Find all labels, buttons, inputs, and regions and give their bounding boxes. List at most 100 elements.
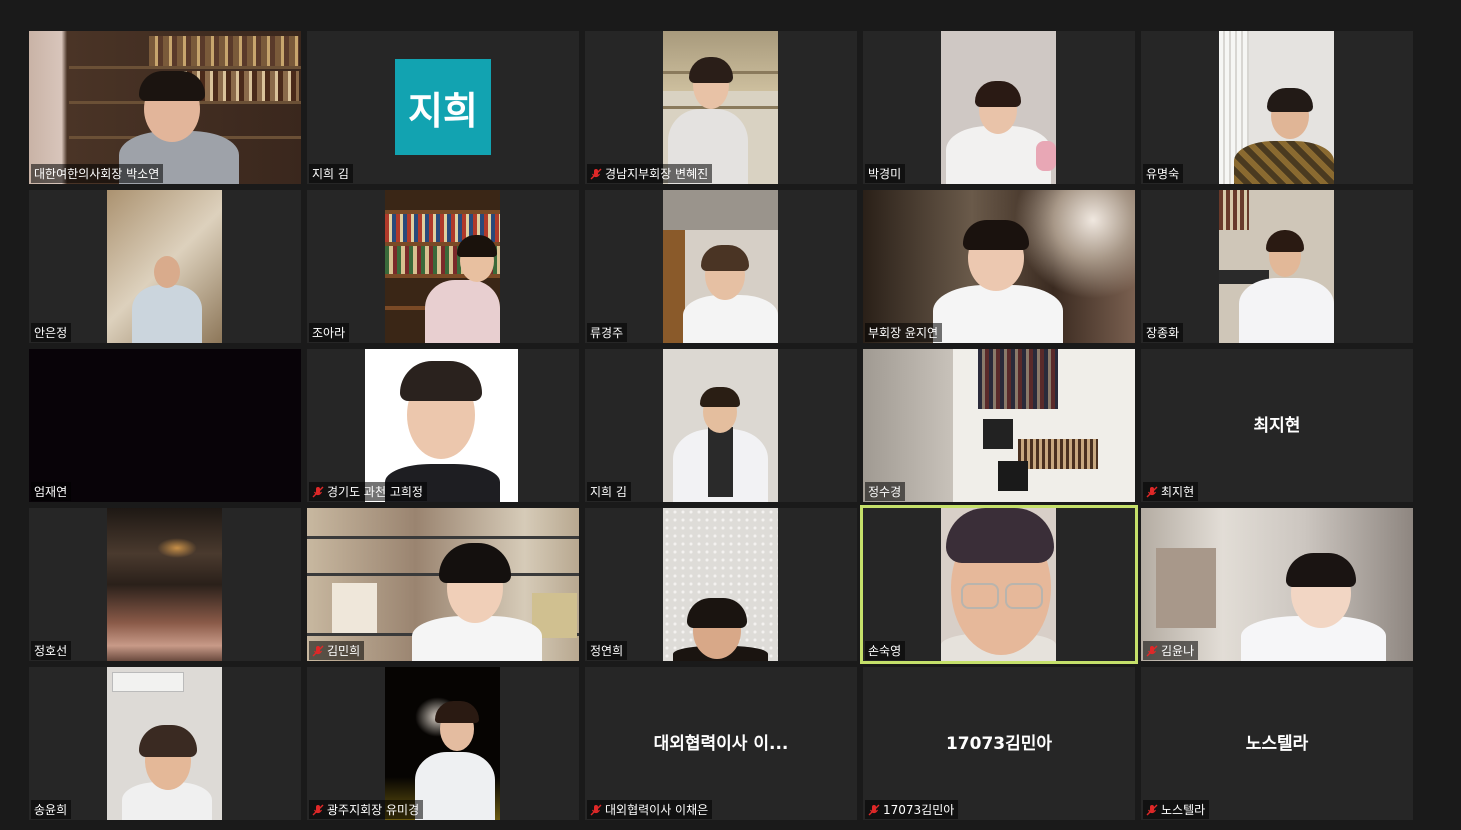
participant-name: 송윤희 (34, 803, 68, 817)
participant-name-label: 17073김민아 (865, 800, 959, 819)
participant-name-label: 송윤희 (31, 800, 72, 819)
participant-tile[interactable]: 노스텔라 노스텔라 (1141, 667, 1413, 820)
participant-name-label: 김윤나 (1143, 641, 1199, 660)
participant-name-label: 지희 김 (587, 482, 631, 501)
participant-name-label: 유명숙 (1143, 164, 1184, 183)
participant-video (663, 349, 778, 502)
mic-muted-icon (312, 645, 324, 657)
participant-name-label: 경기도 과천 고희정 (309, 482, 427, 501)
participant-video (1219, 31, 1334, 184)
mic-muted-icon (590, 168, 602, 180)
participant-tile[interactable]: 대한여한의사회장 박소연 (29, 31, 301, 184)
participant-tile[interactable]: 경기도 과천 고희정 (307, 349, 579, 502)
participant-name-label: 경남지부회장 변혜진 (587, 164, 713, 183)
participant-tile[interactable]: 장종화 (1141, 190, 1413, 343)
participant-name-label: 대한여한의사회장 박소연 (31, 164, 164, 183)
participant-name-label: 노스텔라 (1143, 800, 1210, 819)
participant-video (29, 31, 301, 184)
participant-name-label: 엄재연 (31, 482, 72, 501)
participant-name-label: 박경미 (865, 164, 906, 183)
participant-name: 최지현 (1161, 485, 1195, 499)
participant-video (365, 349, 518, 502)
mic-muted-icon (1146, 486, 1158, 498)
participant-tile[interactable]: 정연희 (585, 508, 857, 661)
participant-name-label: 장종화 (1143, 323, 1184, 342)
mic-muted-icon (868, 804, 880, 816)
gallery-view: 대한여한의사회장 박소연 지희 지희 김 경남지부회장 변혜진 박경미 유명숙 … (0, 0, 1461, 830)
participant-name-label: 최지현 (1143, 482, 1199, 501)
participant-video (663, 190, 778, 343)
participant-name-label: 손숙영 (865, 641, 906, 660)
participant-video (107, 667, 222, 820)
participant-tile[interactable]: 대외협력이사 이... 대외협력이사 이채은 (585, 667, 857, 820)
participant-name: 지희 김 (590, 485, 627, 499)
avatar: 지희 (395, 59, 491, 155)
participant-name: 광주지회장 유미경 (327, 803, 420, 817)
participant-tile[interactable]: 지희 지희 김 (307, 31, 579, 184)
participant-name-label: 정수경 (865, 482, 906, 501)
participant-tile[interactable]: 부회장 윤지연 (863, 190, 1135, 343)
participant-name: 대외협력이사 이채은 (605, 803, 709, 817)
participant-video (1219, 190, 1334, 343)
participant-tile[interactable]: 송윤희 (29, 667, 301, 820)
participant-tile[interactable]: 엄재연 (29, 349, 301, 502)
mic-muted-icon (312, 486, 324, 498)
participant-name-label: 광주지회장 유미경 (309, 800, 424, 819)
participant-video (863, 190, 1135, 343)
participant-video (941, 31, 1056, 184)
participant-name: 경남지부회장 변혜진 (605, 167, 709, 181)
participant-video (107, 508, 222, 661)
participant-tile[interactable]: 박경미 (863, 31, 1135, 184)
participant-tile[interactable]: 경남지부회장 변혜진 (585, 31, 857, 184)
participant-name: 엄재연 (34, 485, 68, 499)
participant-video (385, 667, 500, 820)
participant-tile-active-speaker[interactable]: 손숙영 (860, 505, 1138, 664)
participant-name: 박경미 (868, 167, 902, 181)
participant-name: 부회장 윤지연 (868, 326, 939, 340)
participant-video (663, 508, 778, 661)
participant-name: 지희 김 (312, 167, 349, 181)
participant-name-label: 정연희 (587, 641, 628, 660)
participant-tile[interactable]: 안은정 (29, 190, 301, 343)
participant-name: 노스텔라 (1161, 803, 1206, 817)
avatar-initials: 지희 (408, 88, 478, 133)
participant-tile[interactable]: 조아라 (307, 190, 579, 343)
participant-tile[interactable]: 김민희 (307, 508, 579, 661)
participant-name: 김윤나 (1161, 644, 1195, 658)
participant-display-name: 최지현 (1253, 416, 1301, 436)
participant-name: 정수경 (868, 485, 902, 499)
participant-name: 정호선 (34, 644, 68, 658)
participant-name-label: 정호선 (31, 641, 72, 660)
participant-tile[interactable]: 류경주 (585, 190, 857, 343)
participant-tile[interactable]: 최지현 최지현 (1141, 349, 1413, 502)
participant-name: 대한여한의사회장 박소연 (34, 167, 160, 181)
participant-video (107, 190, 222, 343)
participant-video (863, 349, 1135, 502)
participant-tile[interactable]: 정호선 (29, 508, 301, 661)
participant-display-name: 노스텔라 (1245, 734, 1309, 754)
mic-muted-icon (1146, 804, 1158, 816)
participant-name: 정연희 (590, 644, 624, 658)
participant-video (663, 31, 778, 184)
participant-video (307, 508, 579, 661)
participant-tile[interactable]: 정수경 (863, 349, 1135, 502)
participant-name: 조아라 (312, 326, 346, 340)
participant-tile[interactable]: 김윤나 (1141, 508, 1413, 661)
mic-muted-icon (312, 804, 324, 816)
participant-display-name: 대외협력이사 이... (653, 734, 789, 754)
participant-name-label: 대외협력이사 이채은 (587, 800, 713, 819)
participant-name-label: 부회장 윤지연 (865, 323, 943, 342)
participant-name-label: 류경주 (587, 323, 628, 342)
participant-tile[interactable]: 17073김민아 17073김민아 (863, 667, 1135, 820)
participant-name: 경기도 과천 고희정 (327, 485, 423, 499)
participant-tile[interactable]: 유명숙 (1141, 31, 1413, 184)
participant-name: 17073김민아 (883, 803, 955, 817)
participant-name-label: 지희 김 (309, 164, 353, 183)
participant-tile[interactable]: 지희 김 (585, 349, 857, 502)
mic-muted-icon (590, 804, 602, 816)
participant-tile[interactable]: 광주지회장 유미경 (307, 667, 579, 820)
participant-video (385, 190, 500, 343)
participant-name: 김민희 (327, 644, 361, 658)
participant-name: 장종화 (1146, 326, 1180, 340)
participant-name: 류경주 (590, 326, 624, 340)
